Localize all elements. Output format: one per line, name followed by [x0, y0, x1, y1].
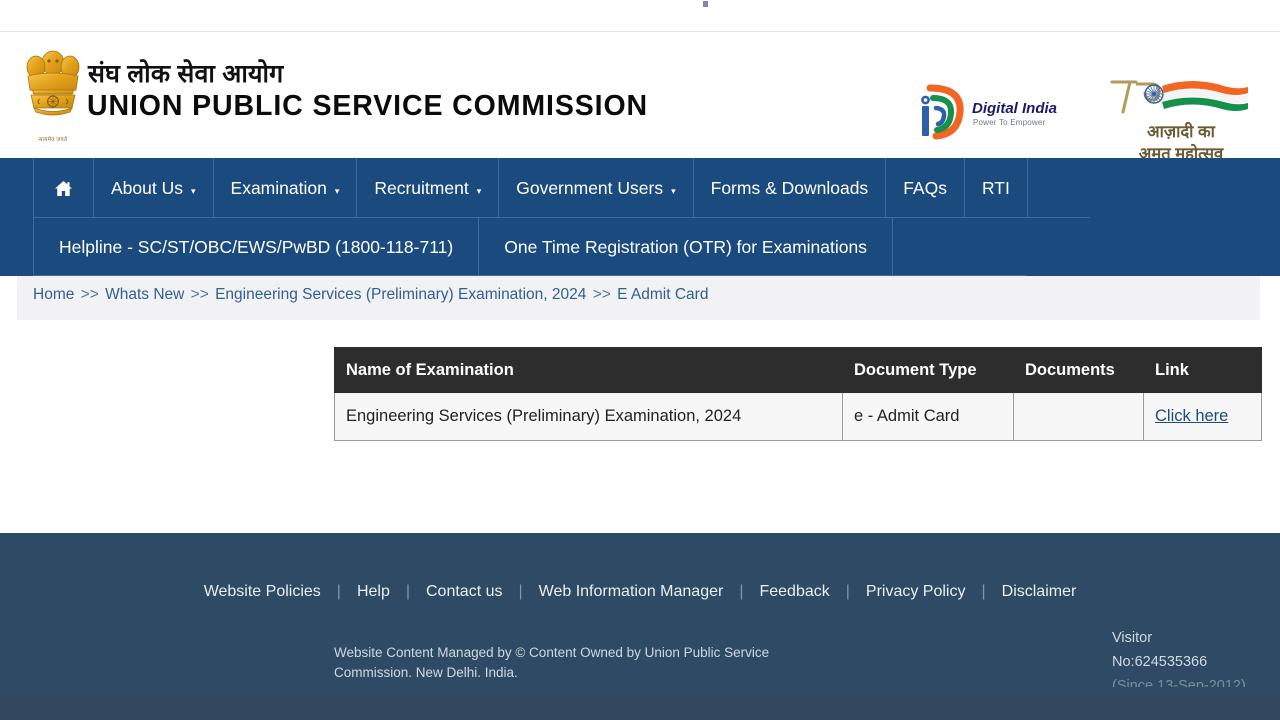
nav-label: Helpline - SC/ST/OBC/EWS/PwBD (1800-118-… — [59, 236, 454, 257]
chevron-down-icon: ▾ — [190, 185, 196, 196]
column-header-document-type: Document Type — [842, 347, 1014, 393]
org-name-english: UNION PUBLIC SERVICE COMMISSION — [87, 90, 649, 122]
visitor-label: Visitor — [1112, 630, 1153, 646]
chevron-down-icon: ▾ — [476, 185, 482, 196]
nav-item-home[interactable] — [33, 158, 94, 218]
table-header-row: Name of Examination Document Type Docume… — [334, 347, 1262, 393]
breadcrumb-item-exam[interactable]: Engineering Services (Preliminary) Exami… — [215, 286, 586, 303]
nav-label: Forms & Downloads — [710, 177, 869, 198]
click-here-link[interactable]: Click here — [1155, 407, 1228, 425]
breadcrumb-separator: >> — [592, 286, 611, 303]
visitor-since: (Since 13-Sep-2012) — [1112, 678, 1246, 687]
table-row: Engineering Services (Preliminary) Exami… — [334, 392, 1262, 441]
cell-document-type: e - Admit Card — [842, 392, 1014, 441]
breadcrumb-item-current: E Admit Card — [617, 286, 709, 303]
nav-label: Government Users — [516, 177, 664, 198]
chevron-down-icon: ▾ — [671, 185, 676, 196]
nav-label: FAQs — [903, 177, 947, 198]
digital-india-title: Digital India — [972, 100, 1058, 117]
india-state-emblem-icon: सत्यमेव जयते — [20, 48, 86, 144]
site-header: सत्यमेव जयते संघ लोक सेवा आयोग UNION PUB… — [0, 32, 1280, 163]
nav-item-rti[interactable]: RTI — [965, 158, 1028, 218]
footer-copyright: Website Content Managed by © Content Own… — [334, 645, 770, 680]
render-artifact — [703, 1, 708, 7]
footer-link-help[interactable]: Help — [341, 583, 406, 601]
cell-link: Click here — [1143, 392, 1262, 441]
nav-label: RTI — [981, 177, 1010, 198]
footer-link-contact-us[interactable]: Contact us — [410, 583, 518, 601]
documents-table: Name of Examination Document Type Docume… — [334, 347, 1262, 441]
breadcrumb: Home >> Whats New >> Engineering Service… — [17, 276, 1260, 320]
breadcrumb-item-whats-new[interactable]: Whats New — [105, 286, 184, 303]
nav-item-recruitment[interactable]: Recruitment ▾ — [357, 158, 500, 218]
footer-links: Website Policies | Help | Contact us | W… — [0, 583, 1280, 601]
column-header-documents: Documents — [1013, 347, 1144, 393]
nav-item-government-users[interactable]: Government Users ▾ — [499, 158, 694, 218]
digital-india-logo-icon[interactable]: Digital India Power To Empower — [916, 84, 1076, 146]
breadcrumb-item-home[interactable]: Home — [33, 286, 74, 303]
footer-bottom-bar — [0, 696, 1280, 720]
top-white-strip — [0, 0, 1280, 32]
nav-item-about-us[interactable]: About Us ▾ — [94, 158, 214, 218]
nav-item-helpline[interactable]: Helpline - SC/ST/OBC/EWS/PwBD (1800-118-… — [33, 218, 480, 276]
page-root: सत्यमेव जयते संघ लोक सेवा आयोग UNION PUB… — [0, 0, 1280, 720]
nav-item-examination[interactable]: Examination ▾ — [214, 158, 358, 218]
visitor-count: No:624535366 — [1112, 654, 1208, 670]
footer-link-feedback[interactable]: Feedback — [743, 583, 845, 601]
nav-item-forms-downloads[interactable]: Forms & Downloads — [694, 158, 887, 218]
nav-label: Recruitment — [374, 177, 469, 198]
site-footer: Website Policies | Help | Contact us | W… — [0, 533, 1280, 696]
breadcrumb-separator: >> — [80, 286, 99, 303]
footer-link-web-information-manager[interactable]: Web Information Manager — [523, 583, 740, 601]
azadi-line-1: आज़ादी का — [1147, 123, 1215, 141]
visitor-counter: Visitor No:624535366 (Since 13-Sep-2012) — [1112, 626, 1272, 687]
nav-item-faqs[interactable]: FAQs — [886, 158, 965, 218]
column-header-link: Link — [1143, 347, 1262, 393]
nav-item-otr[interactable]: One Time Registration (OTR) for Examinat… — [479, 218, 893, 276]
emblem-caption: सत्यमेव जयते — [38, 137, 68, 143]
nav-primary-row: About Us ▾ Examination ▾ Recruitment ▾ G… — [33, 158, 1028, 218]
column-header-name: Name of Examination — [334, 347, 843, 393]
nav-label: About Us — [111, 177, 183, 198]
nav-label: Examination — [230, 177, 327, 198]
footer-link-website-policies[interactable]: Website Policies — [188, 583, 337, 601]
footer-link-disclaimer[interactable]: Disclaimer — [986, 583, 1093, 601]
breadcrumb-band: Home >> Whats New >> Engineering Service… — [0, 276, 1280, 326]
azadi-ka-amrit-mahotsav-logo-icon[interactable]: आज़ादी का अमृत महोत्सव — [1106, 78, 1256, 168]
main-navigation: About Us ▾ Examination ▾ Recruitment ▾ G… — [0, 158, 1280, 276]
cell-exam-name: Engineering Services (Preliminary) Exami… — [334, 392, 843, 441]
org-name-hindi: संघ लोक सेवा आयोग — [88, 60, 284, 88]
digital-india-tagline: Power To Empower — [973, 118, 1046, 127]
main-content: Name of Examination Document Type Docume… — [0, 326, 1280, 533]
nav-secondary-row: Helpline - SC/ST/OBC/EWS/PwBD (1800-118-… — [33, 218, 893, 276]
breadcrumb-separator: >> — [190, 286, 209, 303]
cell-documents — [1013, 392, 1144, 441]
footer-link-privacy-policy[interactable]: Privacy Policy — [850, 583, 982, 601]
nav-label: One Time Registration (OTR) for Examinat… — [504, 236, 867, 257]
home-icon — [54, 180, 73, 197]
chevron-down-icon: ▾ — [334, 185, 340, 196]
